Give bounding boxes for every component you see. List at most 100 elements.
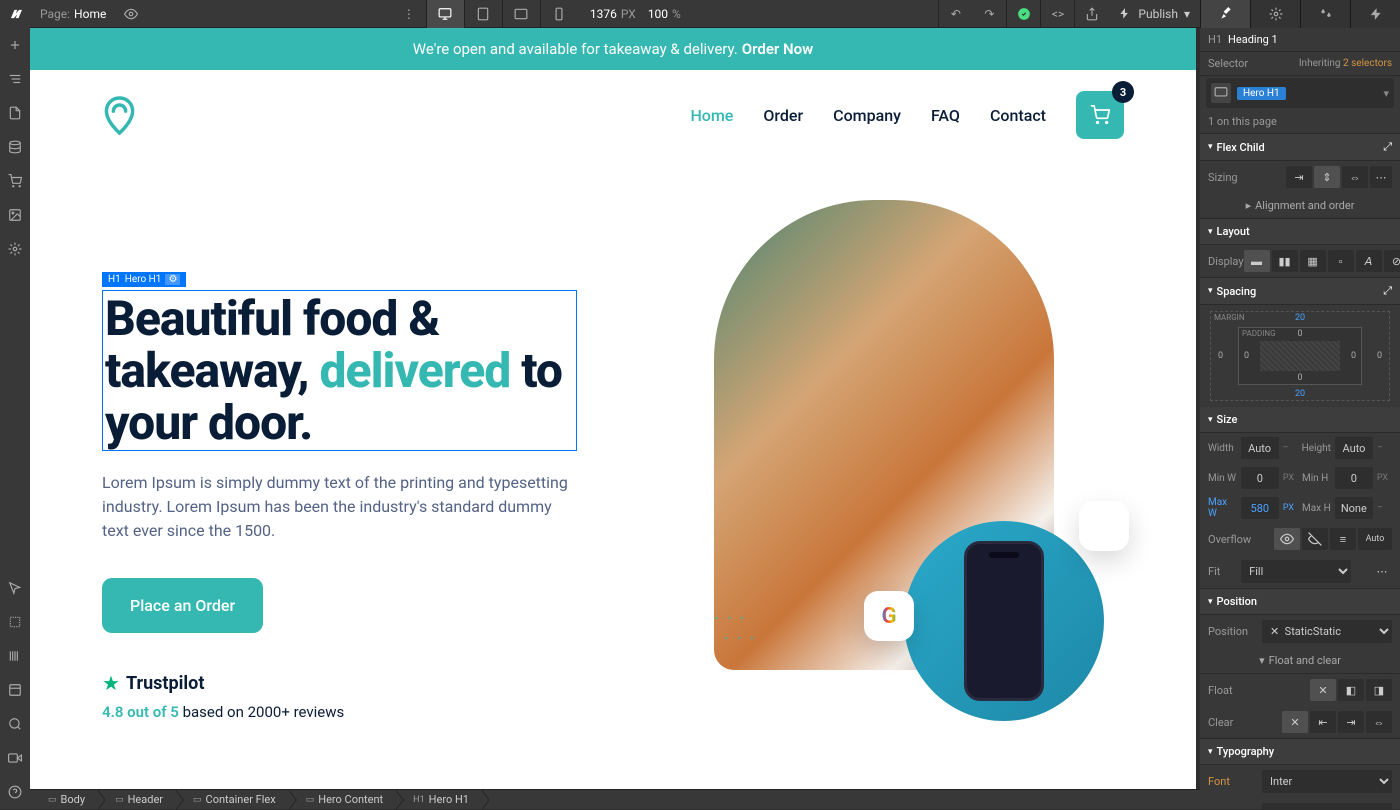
nav-home[interactable]: Home [690, 106, 733, 125]
crumb-container[interactable]: ▭Container Flex [175, 790, 288, 809]
section-size[interactable]: ▾Size [1200, 407, 1400, 433]
pages-button[interactable] [0, 96, 30, 130]
section-layout[interactable]: ▾Layout [1200, 219, 1400, 245]
undo-button[interactable]: ↶ [938, 0, 972, 28]
device-mobile[interactable] [540, 0, 578, 28]
clear-none-button[interactable]: ✕ [1282, 711, 1308, 733]
crumb-body[interactable]: ▭Body [30, 790, 97, 809]
nav-order[interactable]: Order [763, 106, 803, 125]
hero-h1[interactable]: Beautiful food & takeaway, delivered to … [102, 290, 577, 451]
float-right-button[interactable]: ◨ [1366, 679, 1392, 701]
display-inline-button[interactable]: 𝘈 [1356, 250, 1382, 272]
section-flex-child[interactable]: ▾Flex Child⤢ [1200, 134, 1400, 161]
padding-top-value[interactable]: 0 [1297, 329, 1302, 339]
page-selector[interactable]: Page: Home [30, 7, 116, 21]
expand-icon[interactable]: ⤢ [1383, 140, 1392, 154]
section-position[interactable]: ▾Position [1200, 589, 1400, 615]
flex-more-button[interactable]: ⋯ [1370, 166, 1392, 188]
ecommerce-button[interactable] [0, 164, 30, 198]
nav-contact[interactable]: Contact [990, 106, 1046, 125]
publish-button[interactable]: Publish ▾ [1108, 7, 1200, 21]
selection-settings-icon[interactable]: ⚙ [165, 274, 180, 285]
display-grid-button[interactable]: ▦ [1300, 250, 1326, 272]
banner-link[interactable]: Order Now [742, 40, 813, 58]
fit-more-button[interactable]: ⋯ [1372, 565, 1392, 578]
hero-cta-button[interactable]: Place an Order [102, 578, 263, 633]
padding-bottom-value[interactable]: 0 [1297, 373, 1302, 383]
margin-top-value[interactable]: 20 [1295, 313, 1305, 323]
margin-right-value[interactable]: 0 [1377, 351, 1382, 361]
checklist-button[interactable] [0, 673, 30, 707]
maxw-input[interactable] [1241, 497, 1279, 519]
grid-button[interactable] [0, 639, 30, 673]
flex-grow-button[interactable]: ⇕ [1314, 166, 1340, 188]
crumb-hero-h1[interactable]: H1Hero H1 [395, 790, 481, 809]
tab-style-manager[interactable] [1300, 0, 1350, 28]
section-typography[interactable]: ▾Typography [1200, 739, 1400, 765]
site-logo[interactable] [102, 93, 137, 138]
position-select[interactable]: ✕ StaticStatic [1262, 620, 1392, 643]
display-flex-button[interactable]: ▮▮ [1272, 250, 1298, 272]
preview-button[interactable] [116, 0, 146, 28]
overflow-visible-button[interactable] [1274, 528, 1300, 550]
selector-chip[interactable]: Hero H1 [1237, 87, 1286, 100]
clear-right-button[interactable]: ⇥ [1338, 711, 1364, 733]
margin-left-value[interactable]: 0 [1218, 351, 1223, 361]
overflow-auto-button[interactable]: Auto [1358, 528, 1392, 550]
flex-none-button[interactable]: ⇔ [1342, 166, 1368, 188]
float-left-button[interactable]: ◧ [1338, 679, 1364, 701]
overflow-hidden-button[interactable] [1302, 528, 1328, 550]
hero-subtitle[interactable]: Lorem Ipsum is simply dummy text of the … [102, 471, 577, 543]
padding-left-value[interactable]: 0 [1244, 351, 1249, 361]
spacing-box-model[interactable]: MARGIN PADDING 20 20 0 0 0 0 0 0 [1210, 311, 1390, 401]
video-button[interactable] [0, 741, 30, 775]
nav-faq[interactable]: FAQ [931, 106, 960, 125]
display-block-button[interactable]: ▬ [1244, 250, 1270, 272]
clear-left-button[interactable]: ⇤ [1310, 711, 1336, 733]
fit-select[interactable]: Fill [1241, 560, 1351, 583]
height-input[interactable] [1335, 437, 1373, 459]
navigator-button[interactable] [0, 62, 30, 96]
guide-button[interactable] [0, 605, 30, 639]
float-clear-row[interactable]: ▾Float and clear [1200, 648, 1400, 674]
status-saved[interactable] [1006, 0, 1040, 28]
width-input[interactable] [1241, 437, 1279, 459]
crumb-header[interactable]: ▭Header [97, 790, 175, 809]
help-button[interactable] [0, 775, 30, 809]
minw-input[interactable] [1241, 467, 1279, 489]
expand-icon[interactable]: ⤢ [1383, 284, 1392, 298]
breakpoint-icon[interactable] [1211, 83, 1231, 103]
tab-style[interactable] [1200, 0, 1250, 28]
crumb-hero-content[interactable]: ▭Hero Content [288, 790, 395, 809]
settings-button[interactable] [0, 232, 30, 266]
display-none-button[interactable]: ⊘ [1384, 250, 1400, 272]
section-spacing[interactable]: ▾Spacing⤢ [1200, 278, 1400, 305]
search-button[interactable] [0, 707, 30, 741]
canvas-zoom[interactable]: 100 [648, 7, 668, 21]
device-desktop[interactable] [426, 0, 464, 28]
cms-button[interactable] [0, 130, 30, 164]
overflow-scroll-button[interactable]: ≡ [1330, 528, 1356, 550]
margin-bottom-value[interactable]: 20 [1295, 389, 1305, 399]
padding-right-value[interactable]: 0 [1351, 351, 1356, 361]
display-inline-block-button[interactable]: ▫ [1328, 250, 1354, 272]
alignment-row[interactable]: ▸Alignment and order [1200, 193, 1400, 219]
tab-interactions[interactable] [1350, 0, 1400, 28]
menu-button[interactable]: ⋮ [392, 0, 426, 28]
float-none-button[interactable]: ✕ [1310, 679, 1336, 701]
webflow-logo[interactable] [0, 0, 30, 28]
tab-settings[interactable] [1250, 0, 1300, 28]
font-select[interactable]: Inter [1262, 770, 1392, 793]
device-tablet-landscape[interactable] [502, 0, 540, 28]
code-export-button[interactable]: <> [1040, 0, 1074, 28]
on-page-row[interactable]: 1 on this page [1200, 110, 1400, 134]
share-button[interactable] [1074, 0, 1108, 28]
inheriting-info[interactable]: Inheriting 2 selectors [1299, 58, 1392, 69]
element-selection-label[interactable]: H1 Hero H1 ⚙ [102, 272, 186, 287]
cart-button[interactable]: 3 [1076, 91, 1124, 139]
redo-button[interactable]: ↷ [972, 0, 1006, 28]
flex-shrink-button[interactable]: ⇥ [1286, 166, 1312, 188]
nav-company[interactable]: Company [833, 106, 901, 125]
canvas-width[interactable]: 1376 [590, 7, 617, 21]
selector-input[interactable]: Hero H1 ▾ [1206, 78, 1394, 108]
